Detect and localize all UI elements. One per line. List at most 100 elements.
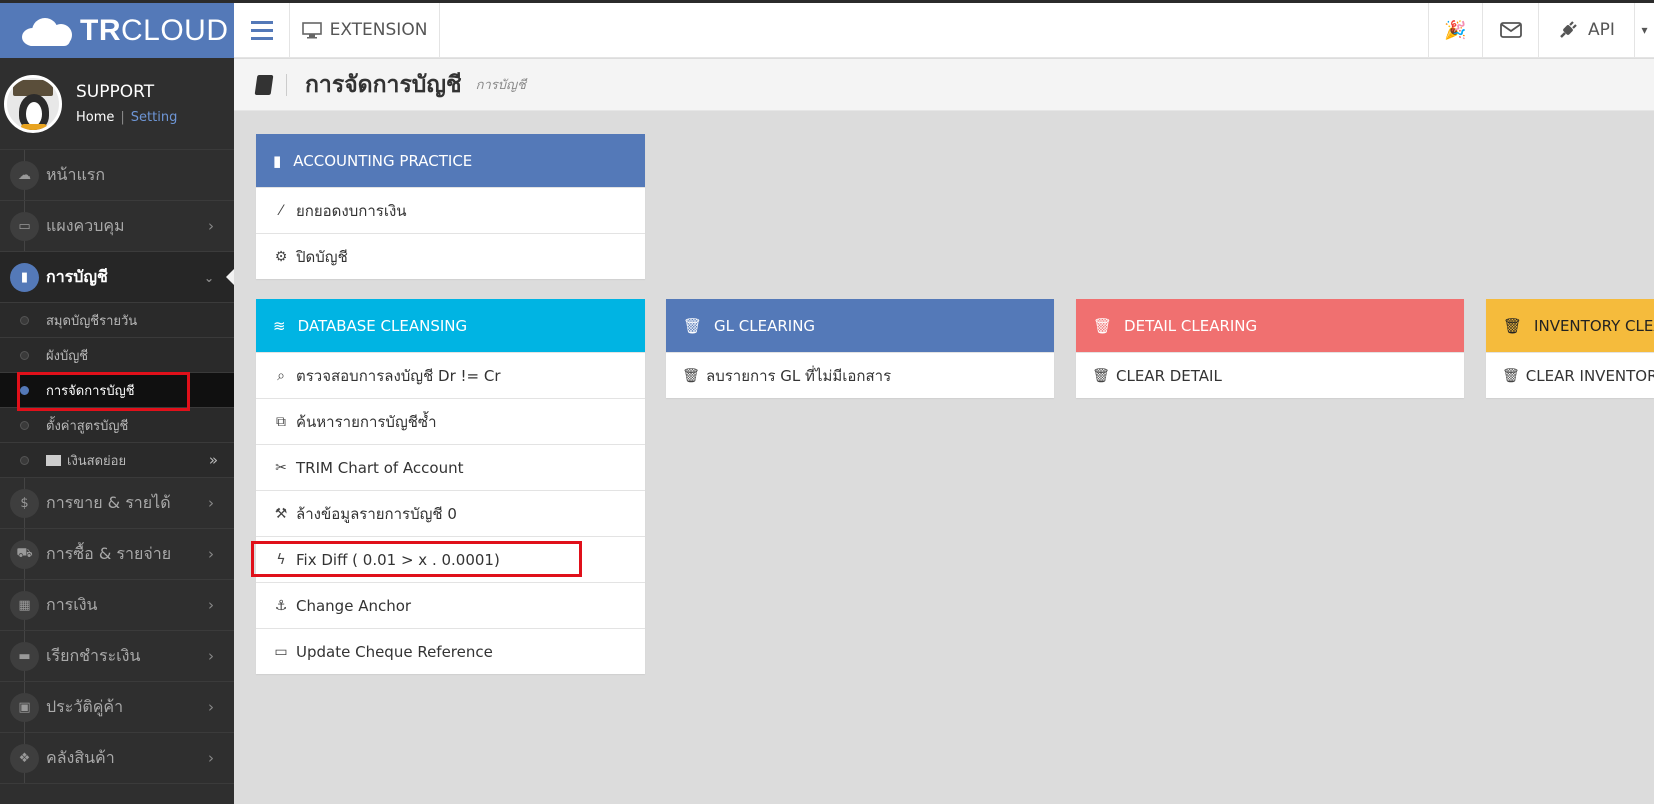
hamburger-icon xyxy=(250,20,273,24)
trash-icon: 🗑 xyxy=(1503,316,1523,335)
api-button[interactable]: API xyxy=(1538,3,1634,57)
panel-gl-clearing: 🗑 GL CLEARING 🗑 ลบรายการ GL ที่ไม่มีเอกส… xyxy=(666,299,1054,398)
user-profile: SUPPORT Home | Setting xyxy=(0,58,234,150)
home-link[interactable]: Home xyxy=(76,110,114,125)
chevron-right-icon: › xyxy=(208,698,214,716)
wrench-icon: ⚒ xyxy=(274,505,288,522)
magic-wand-icon: ⁄ xyxy=(279,202,283,219)
sidebar-item-home[interactable]: ☁ หน้าแรก xyxy=(0,150,234,201)
anchor-icon: ⚓ xyxy=(274,597,288,614)
chevron-right-icon: › xyxy=(208,494,214,512)
trim-chart-link[interactable]: ✂ TRIM Chart of Account xyxy=(256,444,645,490)
highlight-box-sidebar xyxy=(17,372,190,411)
update-cheque-link[interactable]: ▭ Update Cheque Reference xyxy=(256,628,645,674)
delete-gl-without-doc-link[interactable]: 🗑 ลบรายการ GL ที่ไม่มีเอกสาร xyxy=(666,352,1054,398)
panel-accounting-practice: ▮ ACCOUNTING PRACTICE ⁄ ยกยอดงบการเงิน ⚙… xyxy=(256,134,645,279)
sidebar: SUPPORT Home | Setting ☁ หน้าแรก ▭ แผงควบค… xyxy=(0,58,234,804)
top-header: EXTENSION 🎉 API ▾ xyxy=(234,3,1654,58)
credit-card-icon: ▭ xyxy=(274,643,288,660)
book-icon xyxy=(254,74,274,95)
change-anchor-link[interactable]: ⚓ Change Anchor xyxy=(256,582,645,628)
highlight-box-fix-diff xyxy=(251,541,582,577)
cubes-icon: ❖ xyxy=(10,744,39,773)
sidebar-item-accounting[interactable]: ▮ การบัญชี ⌄ xyxy=(0,252,234,303)
brand-logo[interactable]: TRCLOUD xyxy=(0,3,234,58)
profile-name: SUPPORT xyxy=(76,82,155,102)
contact-icon: ▣ xyxy=(10,693,39,722)
trash-icon: 🗑 xyxy=(682,367,700,384)
sidebar-item-billing[interactable]: ▬ เรียกชำระเงิน › xyxy=(0,631,234,682)
setting-link[interactable]: Setting xyxy=(131,110,178,125)
plug-icon xyxy=(1560,21,1577,38)
sidebar-menu: ☁ หน้าแรก ▭ แผงควบคุม › ▮ การบัญชี ⌄ สมุ… xyxy=(0,150,234,784)
user-dropdown-toggle[interactable]: ▾ xyxy=(1634,3,1654,57)
brand-name: TRCLOUD xyxy=(80,13,229,47)
caret-down-icon: ▾ xyxy=(1641,23,1648,37)
gear-icon: ⚙ xyxy=(274,248,288,265)
chevron-down-icon: ⌄ xyxy=(203,271,214,285)
chevron-right-icon: › xyxy=(208,217,214,235)
cloud-logo-icon xyxy=(20,16,76,46)
sidebar-item-partners[interactable]: ▣ ประวัติคู่ค้า › xyxy=(0,682,234,733)
sidebar-subitem-account-formula[interactable]: ตั้งค่าสูตรบัญชี xyxy=(0,408,234,443)
sidebar-item-purchases[interactable]: ⛟ การซื้อ & รายจ่าย › xyxy=(0,529,234,580)
panel-inventory-clearing: 🗑 INVENTORY CLEARING 🗑 CLEAR INVENTORY xyxy=(1486,299,1654,398)
panel-header: ▮ ACCOUNTING PRACTICE xyxy=(256,134,645,187)
clear-detail-link[interactable]: 🗑 CLEAR DETAIL xyxy=(1076,352,1464,398)
celebration-button[interactable]: 🎉 xyxy=(1428,3,1482,57)
panel-detail-clearing: 🗑 DETAIL CLEARING 🗑 CLEAR DETAIL xyxy=(1076,299,1464,398)
monitor-icon xyxy=(301,21,322,38)
sidebar-subitem-petty-cash[interactable]: เงินสดย่อย » xyxy=(0,443,234,478)
top-border xyxy=(0,0,1654,3)
menu-toggle-button[interactable] xyxy=(234,3,290,57)
trash-icon: 🗑 xyxy=(1093,316,1113,335)
trash-icon: 🗑 xyxy=(683,316,703,335)
sidebar-subitem-journal[interactable]: สมุดบัญชีรายวัน xyxy=(0,303,234,338)
party-popper-icon: 🎉 xyxy=(1444,19,1467,41)
book-icon: ▮ xyxy=(10,263,39,292)
double-chevron-right-icon: » xyxy=(208,451,218,469)
credit-card-icon: ▬ xyxy=(10,642,39,671)
search-icon: ⌕ xyxy=(277,367,285,384)
messages-button[interactable] xyxy=(1482,3,1538,57)
panel-header: 🗑 DETAIL CLEARING xyxy=(1076,299,1464,352)
panel-header: 🗑 GL CLEARING xyxy=(666,299,1054,352)
page-title: การจัดการบัญชี xyxy=(305,71,462,98)
clear-zero-entries-link[interactable]: ⚒ ล้างข้อมูลรายการบัญชี 0 xyxy=(256,490,645,536)
sidebar-subitem-chart-of-accounts[interactable]: ผังบัญชี xyxy=(0,338,234,373)
avatar[interactable] xyxy=(4,74,62,133)
sidebar-item-sales[interactable]: $ การขาย & รายได้ › xyxy=(0,478,234,529)
calendar-icon: ▦ xyxy=(10,591,39,620)
active-indicator xyxy=(226,269,234,285)
sidebar-item-dashboard[interactable]: ▭ แผงควบคุม › xyxy=(0,201,234,252)
carry-forward-link[interactable]: ⁄ ยกยอดงบการเงิน xyxy=(256,187,645,233)
trash-icon: 🗑 xyxy=(1092,367,1110,384)
copy-icon: ⧉ xyxy=(276,413,286,430)
id-card-icon xyxy=(46,454,61,466)
trash-icon: 🗑 xyxy=(1502,367,1520,384)
extension-button[interactable]: EXTENSION xyxy=(290,3,440,57)
page-title-bar: การจัดการบัญชี การบัญชี xyxy=(234,59,1654,111)
cart-icon: ⛟ xyxy=(10,540,39,569)
dollar-icon: $ xyxy=(10,489,39,518)
chevron-right-icon: › xyxy=(208,647,214,665)
close-accounts-link[interactable]: ⚙ ปิดบัญชี xyxy=(256,233,645,279)
cloud-icon: ☁ xyxy=(10,161,39,190)
scissors-icon: ✂ xyxy=(275,459,287,476)
header-right-tools: 🎉 API ▾ xyxy=(1428,3,1654,57)
monitor-icon: ▭ xyxy=(10,212,39,241)
envelope-icon xyxy=(1499,22,1522,38)
check-dr-cr-link[interactable]: ⌕ ตรวจสอบการลงบัญชี Dr != Cr xyxy=(256,352,645,398)
chevron-right-icon: › xyxy=(208,749,214,767)
panel-header: 🗑 INVENTORY CLEARING xyxy=(1486,299,1654,352)
sidebar-item-inventory[interactable]: ❖ คลังสินค้า › xyxy=(0,733,234,784)
book-icon: ▮ xyxy=(273,151,282,170)
find-duplicates-link[interactable]: ⧉ ค้นหารายการบัญชีซ้ำ xyxy=(256,398,645,444)
page-subtitle: การบัญชี xyxy=(475,78,526,93)
clear-inventory-link[interactable]: 🗑 CLEAR INVENTORY xyxy=(1486,352,1654,398)
panel-database-cleansing: ≋ DATABASE CLEANSING ⌕ ตรวจสอบการลงบัญชี… xyxy=(256,299,645,674)
panel-header: ≋ DATABASE CLEANSING xyxy=(256,299,645,352)
database-icon: ≋ xyxy=(273,316,286,335)
chevron-right-icon: › xyxy=(208,596,214,614)
sidebar-item-finance[interactable]: ▦ การเงิน › xyxy=(0,580,234,631)
